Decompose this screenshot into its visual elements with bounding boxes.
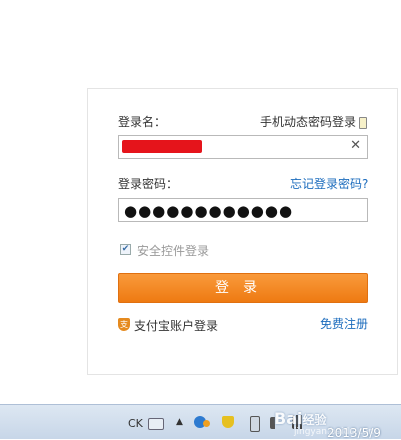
watermark-suffix: 经验	[302, 413, 327, 427]
security-checkbox-label: 安全控件登录	[137, 244, 210, 258]
password-value: ●●●●●●●●●●●●	[124, 202, 294, 220]
password-input[interactable]: ●●●●●●●●●●●●	[118, 198, 368, 222]
alipay-shield-icon: 支	[118, 318, 130, 331]
forgot-password-link[interactable]: 忘记登录密码?	[290, 175, 368, 192]
username-label: 登录名：	[118, 115, 167, 129]
phone-login-link[interactable]: 手机动态密码登录	[260, 113, 368, 130]
security-shield-icon[interactable]	[222, 416, 234, 428]
qq-status-icon	[203, 420, 210, 427]
show-hidden-icons-arrow[interactable]: ▲	[176, 417, 183, 427]
username-input[interactable]: ✕	[118, 135, 368, 159]
alipay-login-link[interactable]: 支付宝账户登录	[134, 317, 218, 334]
baidu-watermark: Bai经验	[274, 409, 327, 428]
ime-indicator[interactable]: CK	[128, 417, 143, 430]
login-panel: 登录名： 手机动态密码登录 ✕ 登录密码： 忘记登录密码? ●●●●●●●●●●…	[87, 88, 398, 375]
battery-icon[interactable]	[250, 416, 260, 432]
phone-login-text: 手机动态密码登录	[260, 115, 357, 129]
taskbar: CK ▲ Bai经验 jingyan.baidu.com 2013/5/9	[0, 404, 401, 440]
security-checkbox[interactable]: ✔	[120, 244, 131, 255]
phone-icon	[359, 116, 368, 129]
watermark-brand: Bai	[274, 409, 303, 428]
keyboard-icon[interactable]	[148, 418, 164, 430]
login-button[interactable]: 登录	[118, 273, 368, 303]
password-label: 登录密码：	[118, 177, 179, 191]
register-link[interactable]: 免费注册	[320, 315, 368, 332]
redacted-username	[122, 140, 202, 153]
clear-icon[interactable]: ✕	[350, 138, 361, 153]
